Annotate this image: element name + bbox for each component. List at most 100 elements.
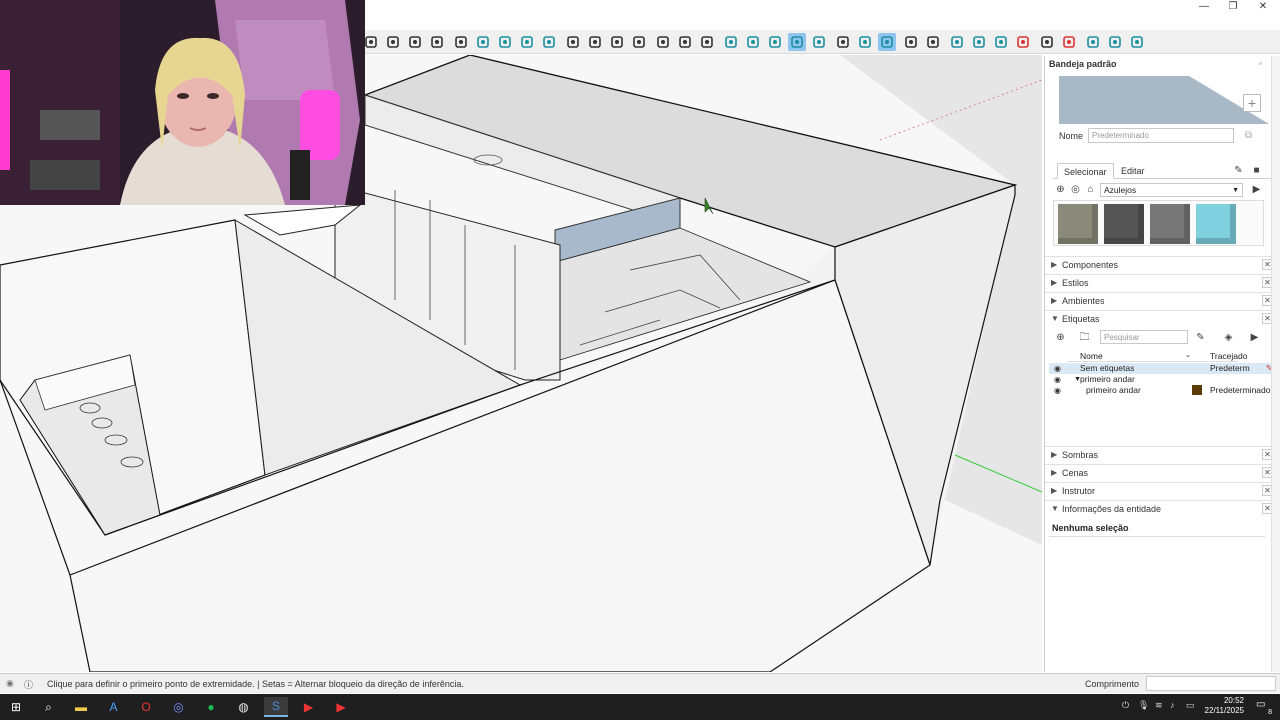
tag-dash[interactable]: Predeterm <box>1210 363 1270 374</box>
tag-search-input[interactable]: Pesquisar <box>1100 330 1188 344</box>
section-ambientes[interactable]: ▶ Ambientes ✕ <box>1045 292 1280 308</box>
section-entity-info[interactable]: ▼ Informações da entidade ✕ <box>1045 500 1280 516</box>
clock[interactable]: 20:52 22/11/2025 <box>1205 696 1244 716</box>
tag-row[interactable]: ◉ primeiro andar Predeterminado <box>1049 385 1273 396</box>
pencil-icon[interactable]: ✎ <box>1195 332 1206 343</box>
col-dash[interactable]: Tracejado <box>1210 351 1247 361</box>
drop-fill-icon[interactable] <box>766 33 784 51</box>
section-cenas[interactable]: ▶ Cenas ✕ <box>1045 464 1280 480</box>
orbit-icon[interactable] <box>384 33 402 51</box>
tab-edit[interactable]: Editar <box>1115 163 1151 179</box>
section-componentes[interactable]: ▶ Componentes ✕ <box>1045 256 1280 272</box>
section-display-icon[interactable] <box>496 33 514 51</box>
snap-off-icon[interactable] <box>834 33 852 51</box>
visibility-eye-icon[interactable]: ◉ <box>1054 374 1061 385</box>
file-explorer-icon[interactable]: ▬ <box>69 697 93 717</box>
tag-dash[interactable]: Predeterminado <box>1210 385 1270 396</box>
grid-a-icon[interactable] <box>1084 33 1102 51</box>
volume-icon[interactable]: ♪ <box>1170 700 1175 710</box>
zoom-extents-icon[interactable] <box>452 33 470 51</box>
rotate-red-icon[interactable] <box>1060 33 1078 51</box>
eyedropper-icon[interactable]: ✎ <box>1233 165 1244 176</box>
home-icon[interactable]: ⌂ <box>1085 184 1096 195</box>
visibility-eye-icon[interactable]: ◉ <box>1054 363 1061 374</box>
cube-solid-icon[interactable] <box>992 33 1010 51</box>
material-thumbnail[interactable] <box>1104 204 1144 244</box>
minimize-button[interactable]: — <box>1189 0 1219 14</box>
microphone-icon[interactable]: 🎙 <box>1138 700 1149 711</box>
section-sombras[interactable]: ▶ Sombras ✕ <box>1045 446 1280 462</box>
visibility-eye-icon[interactable]: ◉ <box>1054 385 1061 396</box>
section-plane-icon[interactable] <box>474 33 492 51</box>
drop-half-icon[interactable] <box>744 33 762 51</box>
section-instrutor[interactable]: ▶ Instrutor ✕ <box>1045 482 1280 498</box>
grid-b-icon[interactable] <box>1106 33 1124 51</box>
tag-icon[interactable]: ◈ <box>1223 332 1234 343</box>
grid-c-icon[interactable] <box>1128 33 1146 51</box>
duplicate-icon[interactable]: ⧉ <box>1243 130 1254 141</box>
section-cut-icon[interactable] <box>518 33 536 51</box>
add-tag-icon[interactable]: ⊕ <box>1055 332 1066 343</box>
folder-icon[interactable] <box>654 33 672 51</box>
section-fill-icon[interactable] <box>540 33 558 51</box>
add-point-icon[interactable] <box>902 33 920 51</box>
drop-strike-icon[interactable] <box>810 33 828 51</box>
wifi-icon[interactable]: ≋ <box>1155 700 1163 711</box>
tag-color-swatch[interactable] <box>1192 385 1202 395</box>
tag-row[interactable]: ◉ ▼ primeiro andar <box>1049 374 1273 385</box>
section-tags[interactable]: ▼ Etiquetas ✕ <box>1045 310 1280 326</box>
material-thumbnail[interactable] <box>1058 204 1098 244</box>
zoom-icon[interactable] <box>428 33 446 51</box>
tab-select[interactable]: Selecionar <box>1057 163 1114 179</box>
app-red-2-icon[interactable]: ▶ <box>329 697 353 717</box>
panel-scrollbar[interactable] <box>1271 56 1280 672</box>
notification-icon[interactable]: ▭ 8 <box>1256 699 1272 716</box>
material-name-field[interactable]: Predeterminado <box>1088 128 1234 143</box>
sketchup-icon[interactable]: S <box>264 697 288 717</box>
drop-active-icon[interactable] <box>788 33 806 51</box>
magnet-active-icon[interactable] <box>878 33 896 51</box>
measurement-input[interactable] <box>1146 676 1276 691</box>
section-estilos[interactable]: ▶ Estilos ✕ <box>1045 274 1280 290</box>
settings-icon[interactable] <box>676 33 694 51</box>
details-icon[interactable]: ▶ <box>1251 184 1262 195</box>
col-name[interactable]: Nome <box>1080 351 1103 361</box>
position-camera-icon[interactable] <box>630 33 648 51</box>
panel-pin-icon[interactable]: ▫ <box>1259 59 1268 68</box>
details-icon[interactable]: ▶ <box>1249 332 1260 343</box>
library-dropdown[interactable]: Azulejos ▼ <box>1100 183 1243 197</box>
search-icon[interactable]: ⌕ <box>37 697 61 717</box>
line-point-icon[interactable] <box>924 33 942 51</box>
cube-outline-icon[interactable] <box>948 33 966 51</box>
info-icon[interactable]: ⓘ <box>24 678 33 691</box>
maximize-button[interactable]: ❐ <box>1218 0 1248 14</box>
close-window-button[interactable]: ✕ <box>1248 0 1278 14</box>
close-icon[interactable] <box>698 33 716 51</box>
chrome-icon[interactable]: ◍ <box>232 697 256 717</box>
pan-icon[interactable] <box>406 33 424 51</box>
create-material-button[interactable]: + <box>1243 94 1261 112</box>
drop-outline-icon[interactable] <box>722 33 740 51</box>
walk-icon[interactable] <box>564 33 582 51</box>
camera-icon[interactable] <box>586 33 604 51</box>
lock-icon[interactable]: ■ <box>1251 165 1262 176</box>
app-red-1-icon[interactable]: ▶ <box>297 697 321 717</box>
document-icon[interactable] <box>608 33 626 51</box>
axes-icon[interactable] <box>1038 33 1056 51</box>
tag-row[interactable]: ◉ Sem etiquetas Predeterm ✎ <box>1049 363 1273 374</box>
back-icon[interactable]: ⊕ <box>1055 184 1066 195</box>
battery-icon[interactable]: ▭ <box>1186 700 1195 711</box>
cube-red-icon[interactable] <box>1014 33 1032 51</box>
network-icon[interactable]: ⏻ <box>1122 700 1129 711</box>
material-thumbnail[interactable] <box>1150 204 1190 244</box>
cube-wire-icon[interactable] <box>970 33 988 51</box>
app-a-icon[interactable]: A <box>102 697 126 717</box>
windows-start-icon[interactable]: ⊞ <box>4 697 28 717</box>
magnet-icon[interactable] <box>856 33 874 51</box>
spotify-icon[interactable]: ● <box>199 697 223 717</box>
opera-icon[interactable]: O <box>134 697 158 717</box>
discord-icon[interactable]: ◎ <box>167 697 191 717</box>
material-thumbnail[interactable] <box>1196 204 1236 244</box>
forward-icon[interactable]: ◎ <box>1070 184 1081 195</box>
add-folder-icon[interactable]: 🗀 <box>1079 332 1090 343</box>
